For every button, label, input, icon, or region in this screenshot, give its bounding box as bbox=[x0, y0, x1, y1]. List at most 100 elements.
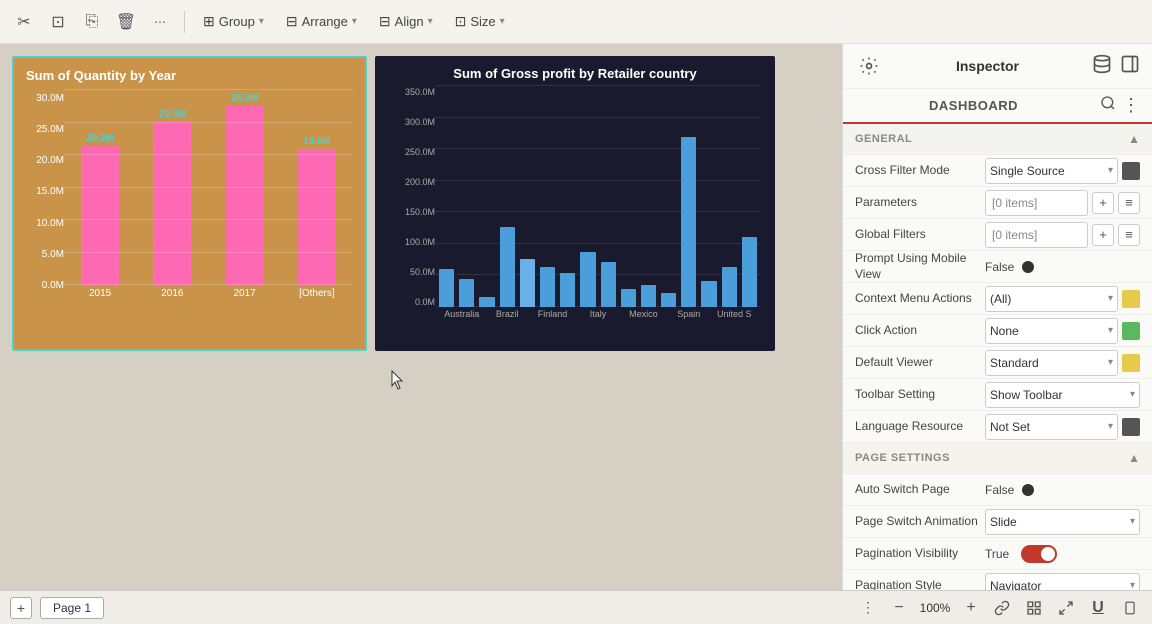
chart2-bar-8[interactable] bbox=[601, 262, 616, 307]
group-label: Group bbox=[219, 14, 255, 29]
toolbar-setting-row: Toolbar Setting Show Toolbar ▾ bbox=[843, 379, 1152, 411]
add-page-button[interactable]: + bbox=[10, 597, 32, 619]
canvas[interactable]: Sum of Quantity by Year 30.0M 25.0M 20.0… bbox=[0, 44, 842, 590]
context-menu-color-swatch[interactable] bbox=[1122, 290, 1140, 308]
pagination-style-row: Pagination Style Navigator ▾ bbox=[843, 570, 1152, 590]
general-section-title: GENERAL bbox=[855, 133, 912, 145]
zoom-out-button[interactable]: − bbox=[888, 597, 910, 619]
xaxis-united: United S bbox=[712, 309, 757, 325]
page-settings-section-header: PAGE SETTINGS ▲ bbox=[843, 443, 1152, 474]
chart2-bar-6[interactable] bbox=[560, 273, 575, 307]
chart2-bar-7[interactable] bbox=[580, 252, 595, 307]
chart2-bar-11[interactable] bbox=[661, 293, 676, 307]
bar-others[interactable]: 19.6M bbox=[287, 136, 347, 285]
default-viewer-select[interactable]: Standard ▾ bbox=[985, 350, 1118, 376]
panel-toggle-icon[interactable] bbox=[1120, 54, 1140, 79]
language-resource-color-swatch[interactable] bbox=[1122, 418, 1140, 436]
pagination-style-select[interactable]: Navigator ▾ bbox=[985, 573, 1140, 591]
context-menu-select[interactable]: (All) ▾ bbox=[985, 286, 1118, 312]
size-button[interactable]: ⊡ Size ▾ bbox=[447, 10, 513, 33]
copy-icon[interactable]: ⊡ bbox=[44, 8, 72, 36]
click-action-control: None ▾ bbox=[985, 318, 1140, 344]
toolbar-setting-select[interactable]: Show Toolbar ▾ bbox=[985, 382, 1140, 408]
prompt-mobile-dot[interactable] bbox=[1022, 261, 1034, 273]
cross-filter-color-swatch[interactable] bbox=[1122, 162, 1140, 180]
chart2-widget[interactable]: Sum of Gross profit by Retailer country … bbox=[375, 56, 775, 351]
toolbar-setting-control: Show Toolbar ▾ bbox=[985, 382, 1140, 408]
page-settings-collapse-icon[interactable]: ▲ bbox=[1128, 451, 1140, 465]
xaxis-brazil: Brazil bbox=[484, 309, 529, 325]
pagination-visibility-toggle[interactable] bbox=[1021, 545, 1057, 563]
bar-2017[interactable]: 25.9M bbox=[215, 93, 275, 285]
default-viewer-label: Default Viewer bbox=[855, 355, 985, 371]
paste-icon[interactable]: ⎘ bbox=[78, 8, 106, 36]
chart2-bar-3[interactable] bbox=[500, 227, 515, 307]
chart2-bar-14[interactable] bbox=[722, 267, 737, 307]
page-switch-animation-select[interactable]: Slide ▾ bbox=[985, 509, 1140, 535]
chart2-bar-2[interactable] bbox=[479, 297, 494, 307]
cursor bbox=[390, 370, 404, 390]
auto-switch-dot[interactable] bbox=[1022, 484, 1034, 496]
underline-icon[interactable]: U bbox=[1086, 596, 1110, 620]
more-icon[interactable]: ⋯ bbox=[146, 8, 174, 36]
bottom-icons: ⋮ − 100% + U bbox=[856, 596, 1142, 620]
prompt-mobile-control: False bbox=[985, 260, 1140, 274]
bar-2016[interactable]: 23.5M bbox=[142, 109, 202, 285]
parameters-menu-btn[interactable]: ≡ bbox=[1118, 192, 1140, 214]
inspector-gear-icon[interactable] bbox=[855, 52, 883, 80]
chart2-bar-1[interactable] bbox=[459, 279, 474, 307]
align-button[interactable]: ⊟ Align ▾ bbox=[371, 10, 441, 33]
prompt-mobile-value: False bbox=[985, 260, 1014, 274]
bar-2015[interactable]: 20.2M bbox=[70, 133, 130, 285]
language-resource-caret-icon: ▾ bbox=[1108, 421, 1113, 432]
bar-others-label: 19.6M bbox=[303, 136, 331, 147]
zoom-in-button[interactable]: + bbox=[960, 597, 982, 619]
chart2-bar-5[interactable] bbox=[540, 267, 555, 307]
default-viewer-color-swatch[interactable] bbox=[1122, 354, 1140, 372]
cut-icon[interactable]: ✂ bbox=[10, 8, 38, 36]
click-action-color-swatch[interactable] bbox=[1122, 322, 1140, 340]
chart2-bar-9[interactable] bbox=[621, 289, 636, 307]
language-resource-select[interactable]: Not Set ▾ bbox=[985, 414, 1118, 440]
mobile-icon[interactable] bbox=[1118, 596, 1142, 620]
link-icon[interactable] bbox=[990, 596, 1014, 620]
chart1-widget[interactable]: Sum of Quantity by Year 30.0M 25.0M 20.0… bbox=[12, 56, 367, 351]
more-dots-icon[interactable]: ⋮ bbox=[856, 596, 880, 620]
chart2-bar-15[interactable] bbox=[742, 237, 757, 307]
inspector-title: Inspector bbox=[899, 58, 1076, 74]
arrange-button[interactable]: ⊟ Arrange ▾ bbox=[278, 10, 365, 33]
arrange-label: Arrange bbox=[302, 14, 348, 29]
dashboard-tab-label[interactable]: DASHBOARD bbox=[855, 98, 1092, 113]
chart2-bar-4[interactable] bbox=[520, 259, 535, 307]
pagination-visibility-control: True bbox=[985, 545, 1140, 563]
pagination-visibility-label: Pagination Visibility bbox=[855, 546, 985, 562]
chart2-bar-10[interactable] bbox=[641, 285, 656, 307]
default-viewer-value: Standard bbox=[990, 356, 1108, 370]
click-action-select[interactable]: None ▾ bbox=[985, 318, 1118, 344]
delete-icon[interactable]: 🗑 bbox=[112, 8, 140, 36]
auto-switch-control: False bbox=[985, 483, 1140, 497]
chart2-bar-12[interactable] bbox=[681, 137, 696, 307]
global-filters-menu-btn[interactable]: ≡ bbox=[1118, 224, 1140, 246]
cross-filter-mode-select[interactable]: Single Source ▾ bbox=[985, 158, 1118, 184]
chart2-bar-13[interactable] bbox=[701, 281, 716, 307]
chart2-bars-wrap: Australia Brazil Finland Italy Mexico Sp… bbox=[435, 85, 761, 325]
global-filters-add-btn[interactable]: + bbox=[1092, 224, 1114, 246]
default-viewer-caret-icon: ▾ bbox=[1108, 357, 1113, 368]
search-icon[interactable] bbox=[1100, 95, 1116, 116]
page-switch-animation-label: Page Switch Animation bbox=[855, 514, 985, 530]
chart2-bar-0[interactable] bbox=[439, 269, 454, 307]
language-resource-label: Language Resource bbox=[855, 419, 985, 435]
fullscreen-icon[interactable] bbox=[1054, 596, 1078, 620]
cross-filter-mode-label: Cross Filter Mode bbox=[855, 163, 985, 179]
parameters-add-btn[interactable]: + bbox=[1092, 192, 1114, 214]
parameters-input[interactable]: [0 items] bbox=[985, 190, 1088, 216]
page1-tab[interactable]: Page 1 bbox=[40, 597, 104, 619]
global-filters-input[interactable]: [0 items] bbox=[985, 222, 1088, 248]
more-options-icon[interactable]: ⋮ bbox=[1122, 95, 1140, 116]
database-icon[interactable] bbox=[1092, 54, 1112, 79]
general-collapse-icon[interactable]: ▲ bbox=[1128, 132, 1140, 146]
grid-icon[interactable] bbox=[1022, 596, 1046, 620]
group-button[interactable]: ⊞ Group ▾ bbox=[195, 10, 272, 33]
context-menu-control: (All) ▾ bbox=[985, 286, 1140, 312]
